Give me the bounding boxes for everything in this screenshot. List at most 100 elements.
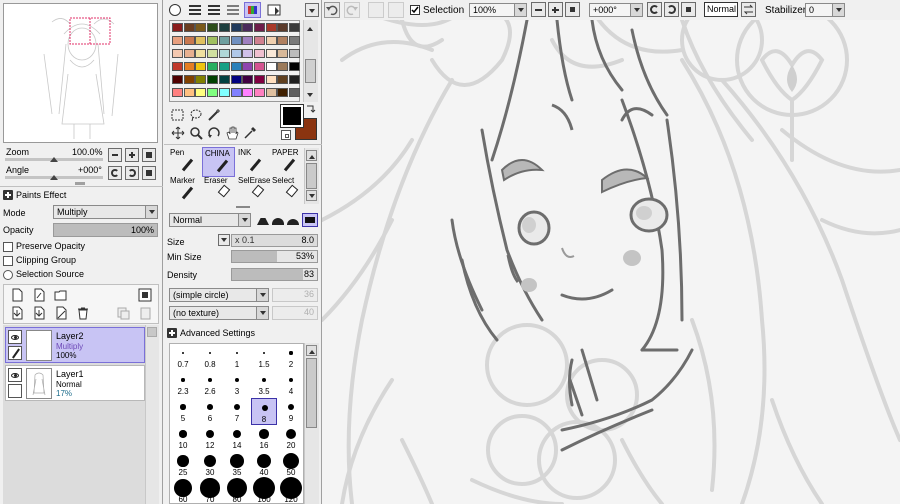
rect-select-icon[interactable] (171, 108, 185, 122)
palette-swatch[interactable] (183, 75, 195, 84)
palette-swatch[interactable] (172, 36, 183, 45)
zoom-in-button[interactable] (125, 148, 139, 162)
palette-swatch[interactable] (207, 23, 219, 32)
panel-resize-handle[interactable] (236, 206, 250, 208)
brush-texture-select[interactable]: (no texture) (169, 306, 269, 320)
layer-opacity-slider[interactable]: 100% (53, 223, 158, 237)
move-icon[interactable] (171, 126, 185, 140)
brush-size-cell[interactable]: 3.5 (251, 371, 277, 398)
brush-size-cell[interactable]: 16 (251, 425, 277, 452)
palette-swatch[interactable] (195, 62, 207, 71)
tool-marker[interactable]: Marker (168, 175, 201, 205)
size-multiplier-button[interactable] (218, 234, 230, 246)
brush-size-cell[interactable]: 100 (251, 477, 277, 504)
navigator-preview[interactable] (3, 3, 158, 143)
tool-selerase[interactable]: SelErase (236, 175, 270, 205)
tool-pen[interactable]: Pen (168, 147, 201, 177)
palette-swatch[interactable] (289, 23, 300, 32)
brush-size-cell[interactable]: 8 (251, 398, 277, 425)
new-layer-icon[interactable] (10, 288, 24, 302)
palette-swatch[interactable] (277, 62, 289, 71)
palette-swatch[interactable] (277, 88, 289, 97)
brush-tip-hard[interactable] (256, 214, 270, 226)
zoom-tool-icon[interactable] (189, 126, 203, 140)
palette-swatch[interactable] (253, 62, 265, 71)
palette-swatch[interactable] (277, 36, 289, 45)
visibility-eye-icon[interactable] (8, 330, 22, 344)
layer-row-layer1[interactable]: Layer1 Normal 17% (5, 365, 145, 401)
palette-swatch[interactable] (218, 49, 230, 58)
palette-swatch[interactable] (183, 88, 195, 97)
magic-wand-icon[interactable] (207, 108, 221, 122)
merge-down-icon[interactable] (32, 306, 46, 320)
tool-eraser[interactable]: Eraser (202, 175, 235, 205)
palette-swatch[interactable] (195, 49, 207, 58)
rgb-slider-tab[interactable] (188, 3, 202, 17)
canvas-zoom-select[interactable]: 100% (469, 3, 527, 17)
palette-swatch[interactable] (172, 75, 183, 84)
brush-size-cell[interactable]: 2.3 (170, 371, 196, 398)
brush-size-cell[interactable]: 7 (224, 398, 250, 425)
palette-swatch[interactable] (207, 75, 219, 84)
palette-swatch[interactable] (242, 23, 254, 32)
brush-size-cell[interactable]: 0.8 (197, 344, 223, 371)
tool-paper[interactable]: PAPER (270, 147, 303, 177)
brush-size-cell[interactable]: 6 (197, 398, 223, 425)
primary-color-swatch[interactable] (280, 104, 304, 128)
palette-swatch[interactable] (265, 62, 277, 71)
palette-swatch[interactable] (253, 88, 265, 97)
drawing-canvas[interactable] (322, 20, 900, 504)
palette-swatch[interactable] (207, 62, 219, 71)
swatch-tab[interactable] (244, 2, 261, 18)
palette-swatch[interactable] (289, 36, 300, 45)
brush-size-cell[interactable]: 1 (224, 344, 250, 371)
brush-tip-flat[interactable] (302, 213, 318, 227)
palette-swatch[interactable] (207, 49, 219, 58)
brush-size-cell[interactable]: 14 (224, 425, 250, 452)
palette-swatch[interactable] (172, 49, 183, 58)
edit-lock-box[interactable] (8, 384, 22, 398)
palette-swatch[interactable] (183, 49, 195, 58)
palette-swatch[interactable] (195, 75, 207, 84)
palette-swatch[interactable] (207, 88, 219, 97)
palette-swatch[interactable] (265, 49, 277, 58)
palette-swatch[interactable] (277, 49, 289, 58)
canvas-rotate-left-button[interactable] (647, 2, 662, 17)
brush-size-cell[interactable]: 50 (278, 452, 304, 479)
brush-size-cell[interactable]: 70 (197, 478, 223, 504)
palette-swatch[interactable] (230, 88, 242, 97)
layer-mode-select[interactable]: Multiply (53, 205, 158, 219)
palette-swatch[interactable] (289, 75, 300, 84)
brush-size-cell[interactable]: 25 (170, 452, 196, 479)
palette-swatch[interactable] (265, 75, 277, 84)
brush-size-cell[interactable]: 5 (170, 398, 196, 425)
palette-swatch[interactable] (195, 36, 207, 45)
palette-swatch[interactable] (289, 88, 300, 97)
blend-mode-box[interactable]: Normal (704, 2, 738, 17)
zoom-out-button[interactable] (108, 148, 122, 162)
rotate-left-button[interactable] (108, 166, 122, 180)
color-wheel-tab[interactable] (169, 4, 181, 16)
palette-swatch[interactable] (265, 23, 277, 32)
swap-colors-icon[interactable] (306, 104, 316, 114)
new-folder-icon[interactable] (54, 288, 68, 302)
tool-ink[interactable]: INK (236, 147, 269, 177)
eyedropper-icon[interactable] (243, 126, 257, 140)
brush-shape-amount[interactable]: 36 (272, 288, 318, 302)
clipping-group-checkbox[interactable] (3, 256, 13, 266)
palette-swatch[interactable] (195, 88, 207, 97)
paste-layer-icon[interactable] (138, 306, 152, 320)
palette-swatch[interactable] (230, 75, 242, 84)
canvas-angle-select[interactable]: +000° (589, 3, 643, 17)
layer-properties-icon[interactable] (138, 288, 152, 302)
brush-size-scroll-up[interactable] (306, 345, 317, 356)
palette-swatch[interactable] (195, 23, 207, 32)
tool-scroll-thumb[interactable] (306, 163, 317, 189)
palette-swatch[interactable] (230, 49, 242, 58)
min-size-slider[interactable]: 53% (231, 250, 318, 263)
palette-swatch[interactable] (183, 62, 195, 71)
brush-size-cell[interactable]: 12 (197, 425, 223, 452)
brush-size-cell[interactable]: 4 (278, 371, 304, 398)
preserve-opacity-checkbox[interactable] (3, 242, 13, 252)
palette-swatch[interactable] (253, 75, 265, 84)
